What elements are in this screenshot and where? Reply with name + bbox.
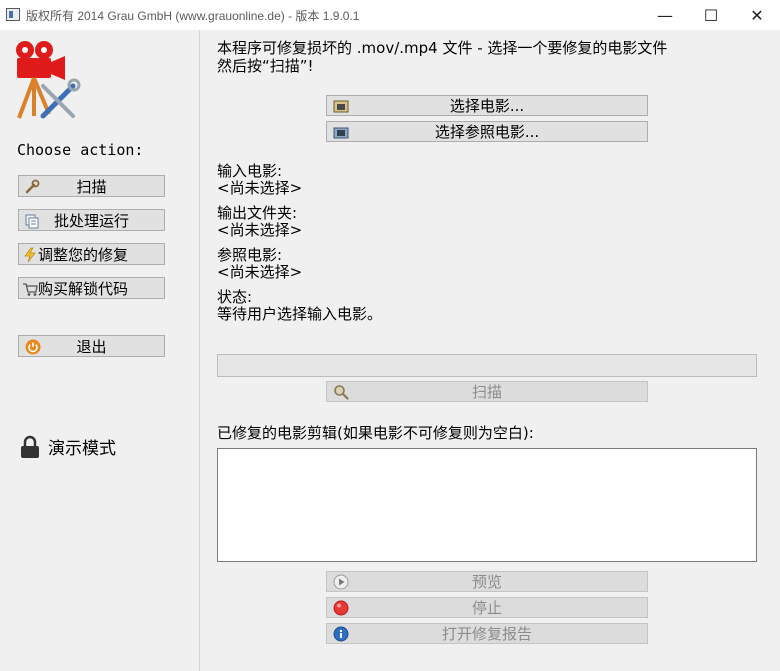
status-label: 状态: bbox=[217, 288, 253, 306]
batch-run-button-label: 批处理运行 bbox=[53, 211, 129, 230]
preview-button[interactable]: 预览 bbox=[326, 571, 648, 592]
repaired-clips-label: 已修复的电影剪辑(如果电影不可修复则为空白): bbox=[217, 424, 534, 442]
exit-button-label: 退出 bbox=[76, 337, 107, 356]
reference-movie-icon bbox=[333, 127, 349, 139]
shopping-cart-icon bbox=[23, 283, 38, 296]
play-icon bbox=[333, 574, 349, 590]
magnifier-icon bbox=[334, 385, 349, 400]
scan-button[interactable]: 扫描 bbox=[326, 381, 648, 402]
choose-action-label: Choose action: bbox=[17, 141, 144, 159]
scan-side-button-label: 扫描 bbox=[76, 177, 107, 196]
wrench-icon bbox=[25, 179, 40, 194]
camera-tools-logo-icon bbox=[16, 41, 81, 119]
output-folder-label: 输出文件夹: bbox=[217, 204, 298, 222]
repaired-clips-list[interactable] bbox=[217, 448, 757, 562]
sidebar: Choose action: 扫描 批处理运行 调整您的修复 购买解锁代码 退出… bbox=[0, 30, 200, 671]
batch-run-button[interactable]: 批处理运行 bbox=[18, 209, 165, 231]
main-panel: 本程序可修复损坏的 .mov/.mp4 文件 - 选择一个要修复的电影文件 然后… bbox=[200, 30, 780, 671]
tune-repair-button-label: 调整您的修复 bbox=[38, 245, 129, 264]
instruction-text: 本程序可修复损坏的 .mov/.mp4 文件 - 选择一个要修复的电影文件 然后… bbox=[217, 39, 668, 75]
app-icon bbox=[6, 8, 20, 21]
input-movie-value: <尚未选择> bbox=[217, 179, 303, 197]
demo-mode-indicator: 演示模式 bbox=[20, 434, 116, 459]
stop-button-label: 停止 bbox=[471, 599, 502, 617]
copy-pages-icon bbox=[25, 214, 39, 229]
demo-mode-label: 演示模式 bbox=[48, 439, 116, 459]
stop-icon bbox=[333, 600, 349, 616]
info-icon bbox=[333, 626, 349, 642]
select-reference-movie-button-label: 选择参照电影... bbox=[434, 123, 540, 141]
scan-button-label: 扫描 bbox=[471, 383, 502, 401]
movie-folder-icon bbox=[333, 100, 349, 113]
buy-unlock-code-button-label: 购买解锁代码 bbox=[38, 279, 129, 298]
reference-movie-label: 参照电影: bbox=[217, 246, 283, 264]
scan-side-button[interactable]: 扫描 bbox=[18, 175, 165, 197]
output-folder-value: <尚未选择> bbox=[217, 221, 303, 239]
open-repair-report-button-label: 打开修复报告 bbox=[441, 625, 532, 643]
close-button[interactable]: ✕ bbox=[734, 0, 780, 30]
preview-button-label: 预览 bbox=[471, 573, 502, 591]
select-reference-movie-button[interactable]: 选择参照电影... bbox=[326, 121, 648, 142]
buy-unlock-code-button[interactable]: 购买解锁代码 bbox=[18, 277, 165, 299]
padlock-icon bbox=[21, 435, 39, 458]
reference-movie-value: <尚未选择> bbox=[217, 263, 303, 281]
title-bar: 版权所有 2014 Grau GmbH (www.grauonline.de) … bbox=[0, 0, 780, 30]
input-movie-label: 输入电影: bbox=[217, 162, 283, 180]
open-repair-report-button[interactable]: 打开修复报告 bbox=[326, 623, 648, 644]
power-icon bbox=[25, 339, 41, 355]
maximize-button[interactable]: ☐ bbox=[688, 0, 734, 30]
window-title: 版权所有 2014 Grau GmbH (www.grauonline.de) … bbox=[26, 9, 360, 23]
exit-button[interactable]: 退出 bbox=[18, 335, 165, 357]
select-movie-button[interactable]: 选择电影... bbox=[326, 95, 648, 116]
progress-bar bbox=[217, 354, 757, 377]
select-movie-button-label: 选择电影... bbox=[449, 97, 525, 115]
lightning-icon bbox=[24, 247, 36, 263]
stop-button[interactable]: 停止 bbox=[326, 597, 648, 618]
tune-repair-button[interactable]: 调整您的修复 bbox=[18, 243, 165, 265]
status-value: 等待用户选择输入电影。 bbox=[217, 305, 383, 323]
minimize-button[interactable]: — bbox=[642, 0, 688, 30]
